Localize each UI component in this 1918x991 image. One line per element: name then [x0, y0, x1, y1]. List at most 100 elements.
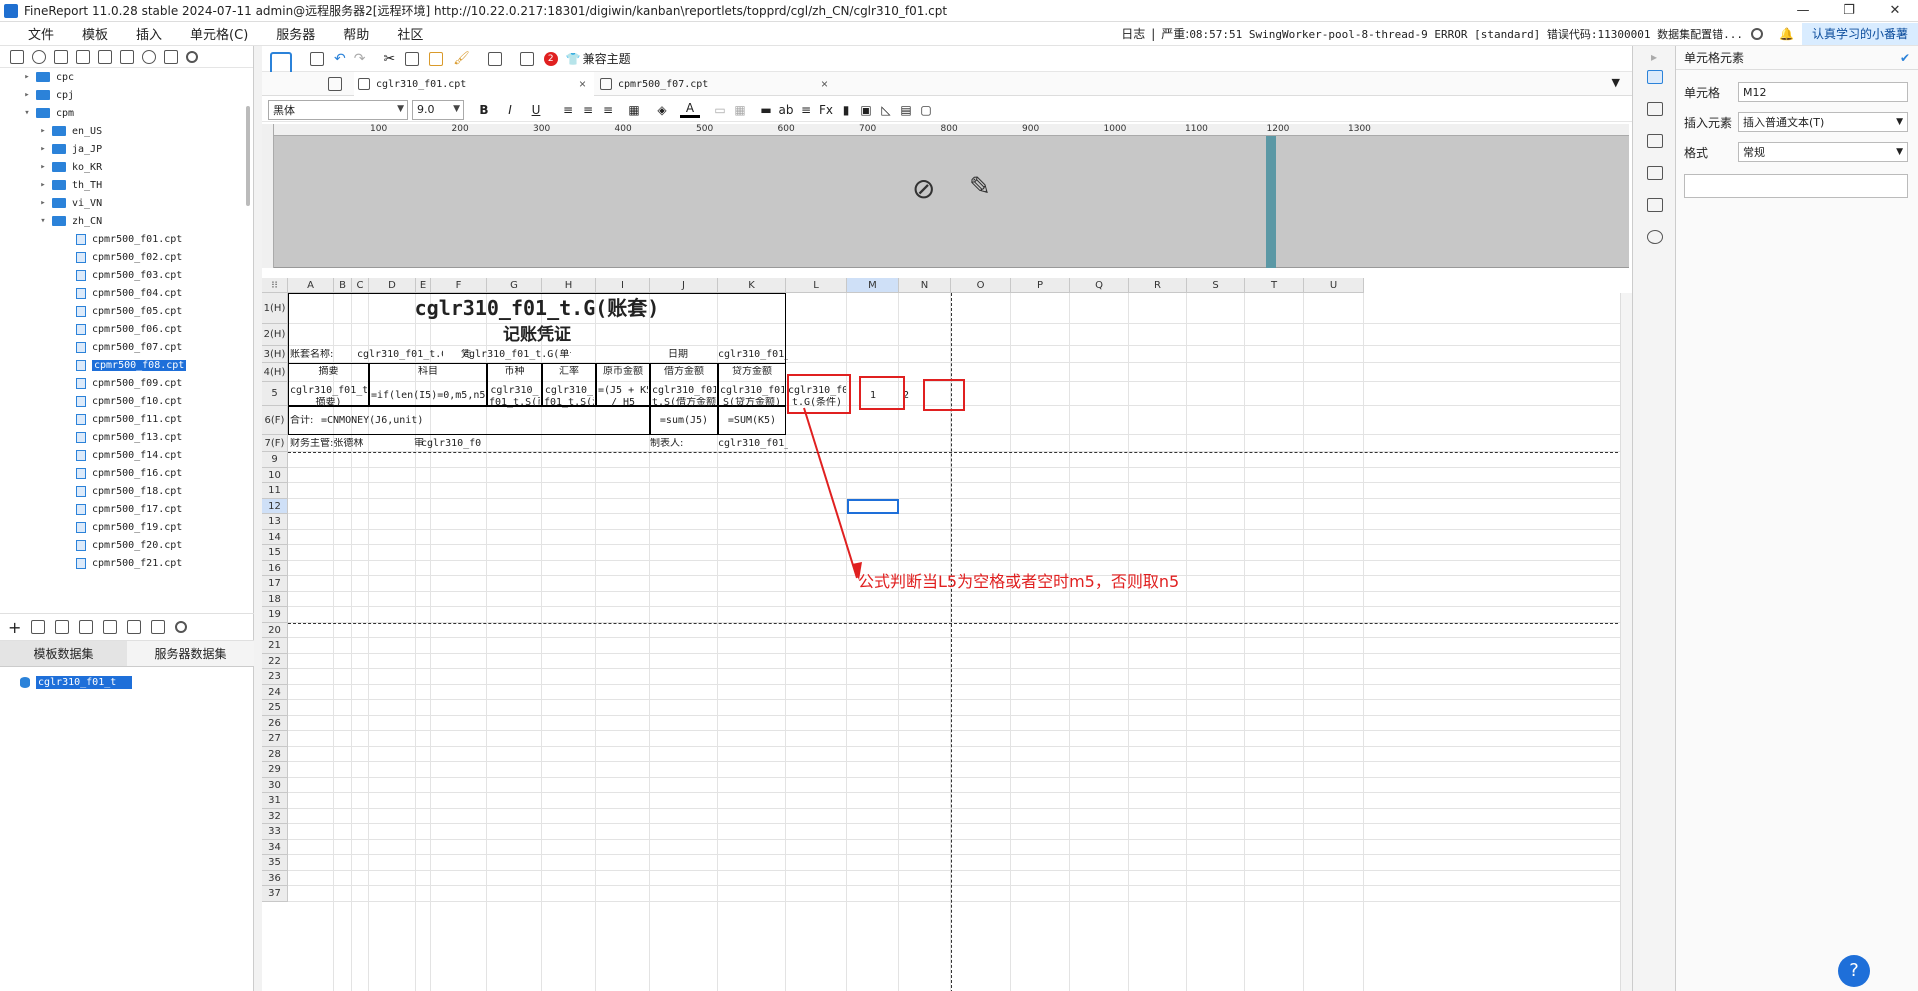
tree-item[interactable]: cpmr500_f13.cpt: [0, 428, 250, 446]
search-icon[interactable]: [1751, 27, 1764, 40]
log-link[interactable]: 日志: [1121, 25, 1145, 42]
menu-insert[interactable]: 插入: [122, 24, 176, 43]
chevron-icon[interactable]: ▸: [38, 126, 48, 136]
close-tab-icon[interactable]: ×: [579, 77, 594, 91]
menu-template[interactable]: 模板: [68, 24, 122, 43]
frame-icon[interactable]: ▢: [916, 103, 936, 117]
spreadsheet-grid[interactable]: ⁝⁝ A B C D E F G H I J K L M N O P Q R S T U 1(H) 2(H) 3(H) 4(H)…: [262, 278, 1632, 991]
chevron-icon[interactable]: ▸: [38, 162, 48, 172]
font-size-select[interactable]: 9.0 ▼: [412, 99, 464, 120]
tree-item[interactable]: ▸ cpc: [0, 68, 250, 86]
tab-menu-icon[interactable]: ▼: [1612, 76, 1620, 89]
align-center-icon[interactable]: ≡: [578, 103, 598, 117]
italic-button[interactable]: I: [500, 103, 520, 117]
tree-item[interactable]: cpmr500_f01.cpt: [0, 230, 250, 248]
delete-icon[interactable]: [76, 49, 90, 64]
database-icon[interactable]: [127, 620, 142, 634]
image-icon[interactable]: ▣: [856, 103, 876, 117]
close-tab-icon[interactable]: ×: [821, 77, 836, 91]
notification-badge[interactable]: 2: [543, 51, 558, 66]
tree-item[interactable]: cpmr500_f08.cpt: [0, 356, 250, 374]
delete-dataset-icon[interactable]: [55, 620, 70, 634]
close-button[interactable]: ✕: [1872, 3, 1918, 18]
preview-icon[interactable]: [519, 51, 534, 66]
compat-theme-button[interactable]: 兼容主题: [583, 50, 631, 67]
template-params-icon[interactable]: [487, 51, 502, 66]
slash-icon[interactable]: ◺: [876, 103, 896, 117]
vertical-scrollbar[interactable]: [1620, 293, 1632, 991]
chevron-icon[interactable]: ▸: [38, 198, 48, 208]
collapse-icon[interactable]: [164, 49, 178, 64]
subreport-icon[interactable]: ▤: [896, 103, 916, 117]
tree-item[interactable]: cpmr500_f11.cpt: [0, 410, 250, 428]
tree-search-icon[interactable]: [186, 50, 198, 63]
tree-item[interactable]: cpmr500_f05.cpt: [0, 302, 250, 320]
tree-item[interactable]: ▸ cpj: [0, 86, 250, 104]
bold-button[interactable]: B: [474, 103, 494, 117]
tree-item[interactable]: cpmr500_f16.cpt: [0, 464, 250, 482]
tree-item[interactable]: ▸ ja_JP: [0, 140, 250, 158]
insert-element-select[interactable]: 插入普通文本(T) ▼: [1738, 112, 1908, 132]
cell-attr-icon[interactable]: [1647, 102, 1663, 116]
tree-item[interactable]: cpmr500_f20.cpt: [0, 536, 250, 554]
style-select[interactable]: 常规 ▼: [1738, 142, 1908, 162]
tree-item[interactable]: cpmr500_f07.cpt: [0, 338, 250, 356]
menu-help[interactable]: 帮助: [329, 24, 383, 43]
status-message[interactable]: 08:57:51 SwingWorker-pool-8-thread-9 ERR…: [1189, 26, 1743, 42]
align-right-icon[interactable]: ≡: [598, 103, 618, 117]
refresh-icon[interactable]: [32, 49, 46, 64]
help-button[interactable]: ?: [1838, 955, 1870, 987]
tab-template-dataset[interactable]: 模板数据集: [0, 641, 127, 666]
locate-icon[interactable]: [142, 49, 156, 64]
menu-file[interactable]: 文件: [0, 24, 68, 43]
dataset-item[interactable]: cglr310_f01_t: [20, 676, 133, 689]
server-db-icon[interactable]: [151, 620, 166, 634]
tree-item[interactable]: cpmr500_f03.cpt: [0, 266, 250, 284]
redo-icon[interactable]: ↷: [354, 51, 366, 67]
font-color-icon[interactable]: A: [680, 101, 700, 118]
save-template-icon[interactable]: [310, 51, 324, 66]
tree-item[interactable]: cpmr500_f17.cpt: [0, 500, 250, 518]
chevron-icon[interactable]: ▾: [22, 108, 32, 118]
underline-button[interactable]: U: [526, 103, 546, 117]
abc-icon[interactable]: ab: [776, 103, 796, 117]
dataset-param-icon[interactable]: [103, 620, 118, 634]
bell-icon[interactable]: 🔔: [1779, 27, 1794, 41]
page-boundary-marker[interactable]: [1266, 136, 1276, 268]
float-element-icon[interactable]: [1647, 134, 1663, 148]
trash-icon[interactable]: [120, 49, 134, 64]
tree-item[interactable]: cpmr500_f19.cpt: [0, 518, 250, 536]
tree-item[interactable]: cpmr500_f14.cpt: [0, 446, 250, 464]
tree-item[interactable]: cpmr500_f02.cpt: [0, 248, 250, 266]
merge-icon[interactable]: ▭: [710, 103, 730, 117]
text-icon[interactable]: ▬: [756, 103, 776, 117]
collapse-panel-icon[interactable]: ▸: [1651, 50, 1657, 64]
preview-dataset-icon[interactable]: [79, 620, 94, 634]
condition-icon[interactable]: [1647, 198, 1663, 212]
fill-color-icon[interactable]: ◈: [652, 103, 672, 117]
restore-button[interactable]: ❐: [1826, 3, 1872, 18]
unmerge-icon[interactable]: ▦: [730, 103, 750, 117]
tree-item[interactable]: ▸ vi_VN: [0, 194, 250, 212]
save-icon[interactable]: [54, 49, 68, 64]
paste-icon[interactable]: [429, 51, 444, 66]
edit-dataset-icon[interactable]: [31, 620, 46, 634]
cell-name-field[interactable]: M12: [1738, 82, 1908, 102]
pin-icon[interactable]: ✔: [1900, 51, 1910, 65]
tree-item[interactable]: cpmr500_f09.cpt: [0, 374, 250, 392]
border-icon[interactable]: ▦: [624, 103, 644, 117]
tree-item[interactable]: cpmr500_f04.cpt: [0, 284, 250, 302]
tree-scrollbar[interactable]: [246, 106, 250, 206]
format-painter-icon[interactable]: 🖌: [453, 51, 470, 66]
tree-item[interactable]: cpmr500_f06.cpt: [0, 320, 250, 338]
menu-server[interactable]: 服务器: [262, 24, 329, 43]
dataset-search-icon[interactable]: [175, 621, 188, 633]
menu-community[interactable]: 社区: [383, 24, 437, 43]
chevron-icon[interactable]: ▸: [22, 90, 32, 100]
hide-icon[interactable]: ⊘: [912, 172, 935, 205]
minimize-button[interactable]: —: [1780, 3, 1826, 18]
study-button[interactable]: 认真学习的小番薯: [1801, 22, 1918, 45]
cell-element-icon[interactable]: [1647, 70, 1663, 84]
widget-icon[interactable]: [1647, 166, 1663, 180]
copy-cell-icon[interactable]: [405, 51, 420, 66]
